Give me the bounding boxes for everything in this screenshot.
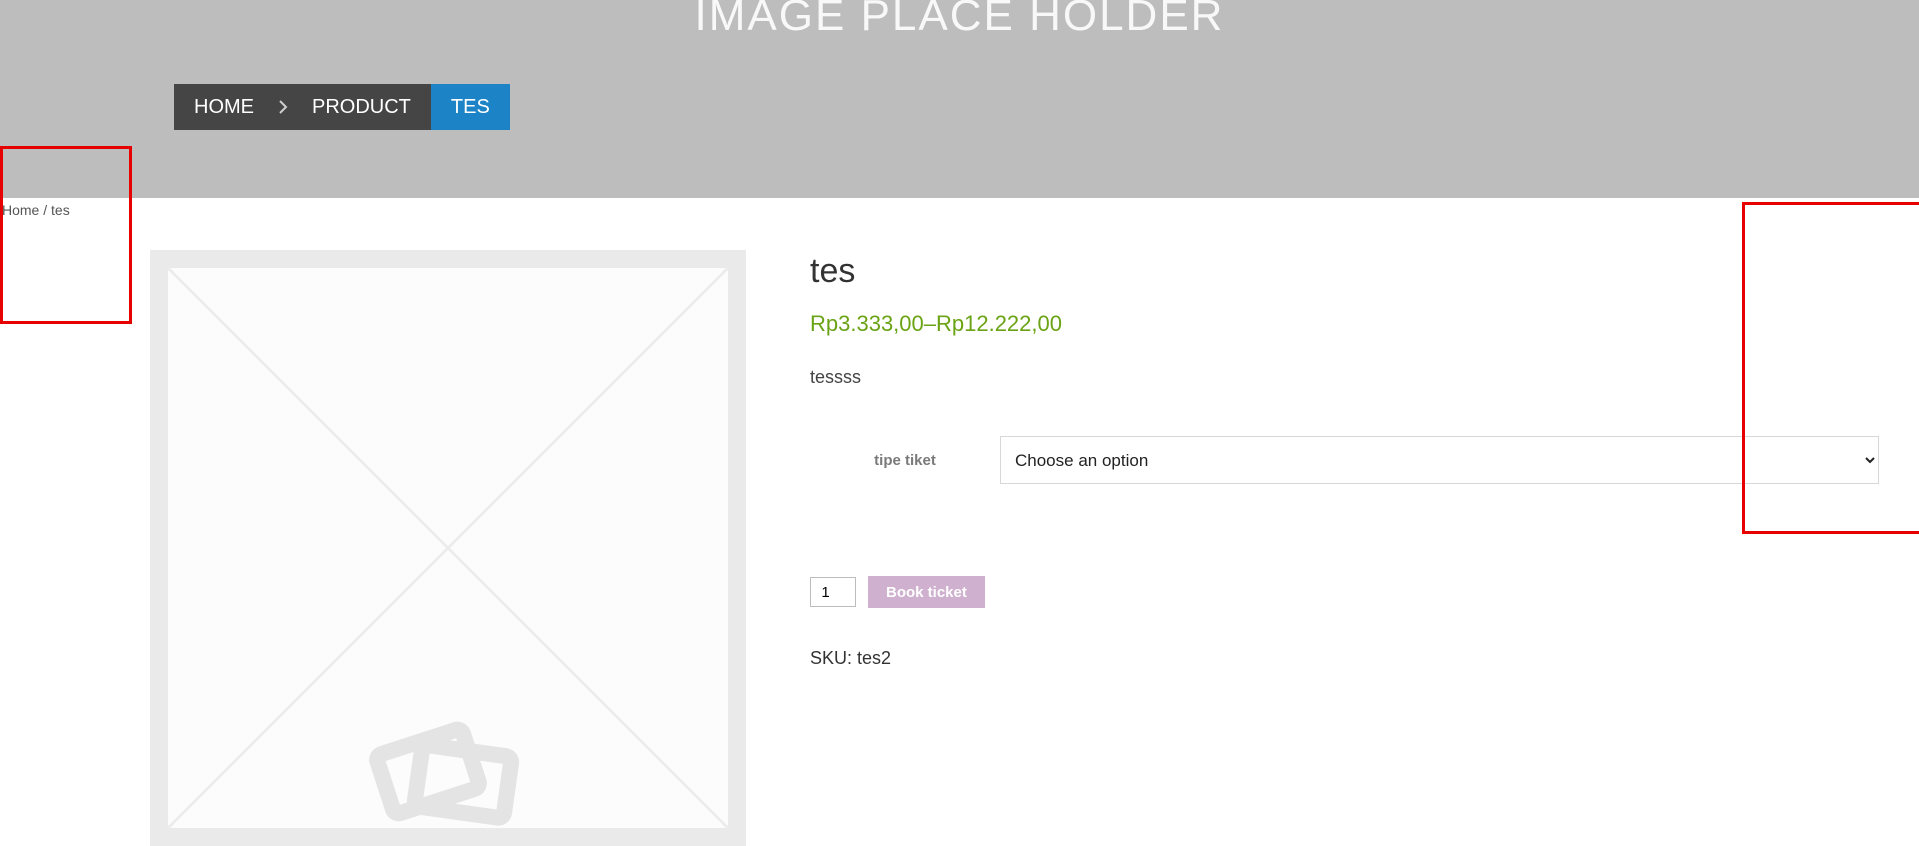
book-ticket-button[interactable]: Book ticket <box>868 576 985 608</box>
breadcrumb-product[interactable]: PRODUCT <box>292 84 431 130</box>
breadcrumb-home[interactable]: HOME <box>174 84 274 130</box>
hero-title: IMAGE PLACE HOLDER <box>0 0 1919 38</box>
product-container: tes Rp3.333,00–Rp12.222,00 tessss tipe t… <box>0 222 1919 846</box>
sku-label: SKU: <box>810 648 857 668</box>
sku-value: tes2 <box>857 648 891 668</box>
hero-banner: IMAGE PLACE HOLDER HOME PRODUCT TES <box>0 0 1919 198</box>
product-image-placeholder <box>168 268 728 828</box>
secondary-breadcrumb-home[interactable]: Home <box>2 202 39 218</box>
secondary-breadcrumb-current: tes <box>51 202 70 218</box>
secondary-breadcrumb: Home / tes <box>0 198 1919 222</box>
variation-row: tipe tiket Choose an option <box>810 436 1879 484</box>
product-price: Rp3.333,00–Rp12.222,00 <box>810 311 1879 337</box>
variation-label: tipe tiket <box>810 452 1000 469</box>
breadcrumb-bar: HOME PRODUCT TES <box>174 84 510 130</box>
secondary-breadcrumb-sep: / <box>39 202 51 218</box>
product-sku: SKU: tes2 <box>810 648 1879 669</box>
product-gallery[interactable] <box>150 250 746 846</box>
image-placeholder-icon <box>363 711 533 828</box>
chevron-right-icon <box>274 84 292 130</box>
add-to-cart-row: Book ticket <box>810 576 1879 608</box>
product-short-description: tessss <box>810 367 1879 388</box>
product-title: tes <box>810 252 1879 291</box>
page-body: Home / tes tes <box>0 198 1919 846</box>
breadcrumb-current[interactable]: TES <box>431 84 510 130</box>
product-details: tes Rp3.333,00–Rp12.222,00 tessss tipe t… <box>746 250 1919 669</box>
quantity-stepper[interactable] <box>810 577 856 607</box>
variation-select[interactable]: Choose an option <box>1000 436 1879 484</box>
